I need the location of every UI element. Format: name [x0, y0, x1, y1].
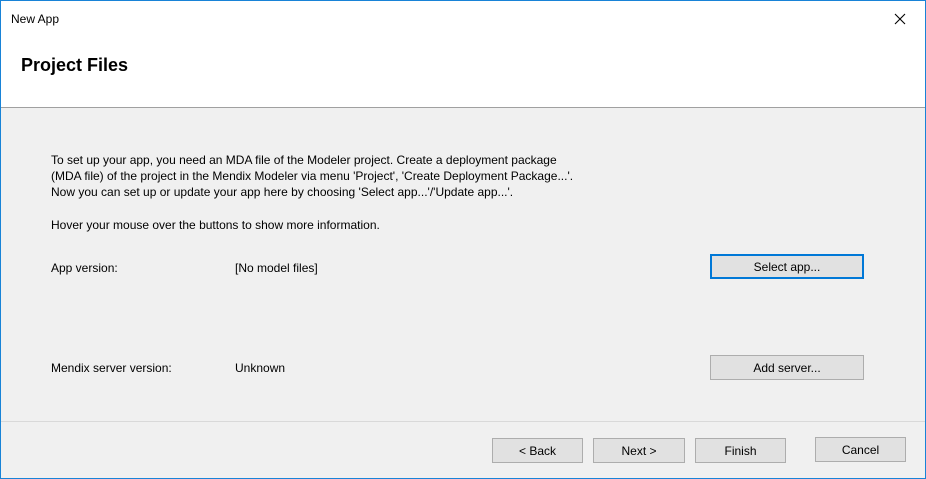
- intro-text: To set up your app, you need an MDA file…: [51, 153, 574, 199]
- app-version-label: App version:: [51, 261, 118, 275]
- wizard-body: To set up your app, you need an MDA file…: [1, 108, 925, 421]
- cancel-button[interactable]: Cancel: [815, 437, 906, 462]
- title-bar: New App: [1, 1, 925, 31]
- app-version-value: [No model files]: [235, 261, 318, 275]
- page-title: Project Files: [21, 55, 129, 75]
- server-version-value: Unknown: [235, 361, 286, 375]
- close-icon[interactable]: [893, 12, 907, 26]
- wizard-footer: < Back Next > Finish Cancel: [1, 422, 925, 478]
- new-app-dialog: New App Project Files To set up your app…: [0, 0, 926, 479]
- back-button[interactable]: < Back: [492, 438, 583, 463]
- next-button[interactable]: Next >: [593, 438, 685, 463]
- add-server-button[interactable]: Add server...: [710, 355, 864, 380]
- select-app-button[interactable]: Select app...: [710, 254, 864, 279]
- hover-hint-text: Hover your mouse over the buttons to sho…: [51, 218, 380, 232]
- wizard-header: Project Files: [1, 31, 925, 108]
- server-version-label: Mendix server version:: [51, 361, 172, 375]
- window-title: New App: [11, 12, 60, 26]
- finish-button[interactable]: Finish: [695, 438, 786, 463]
